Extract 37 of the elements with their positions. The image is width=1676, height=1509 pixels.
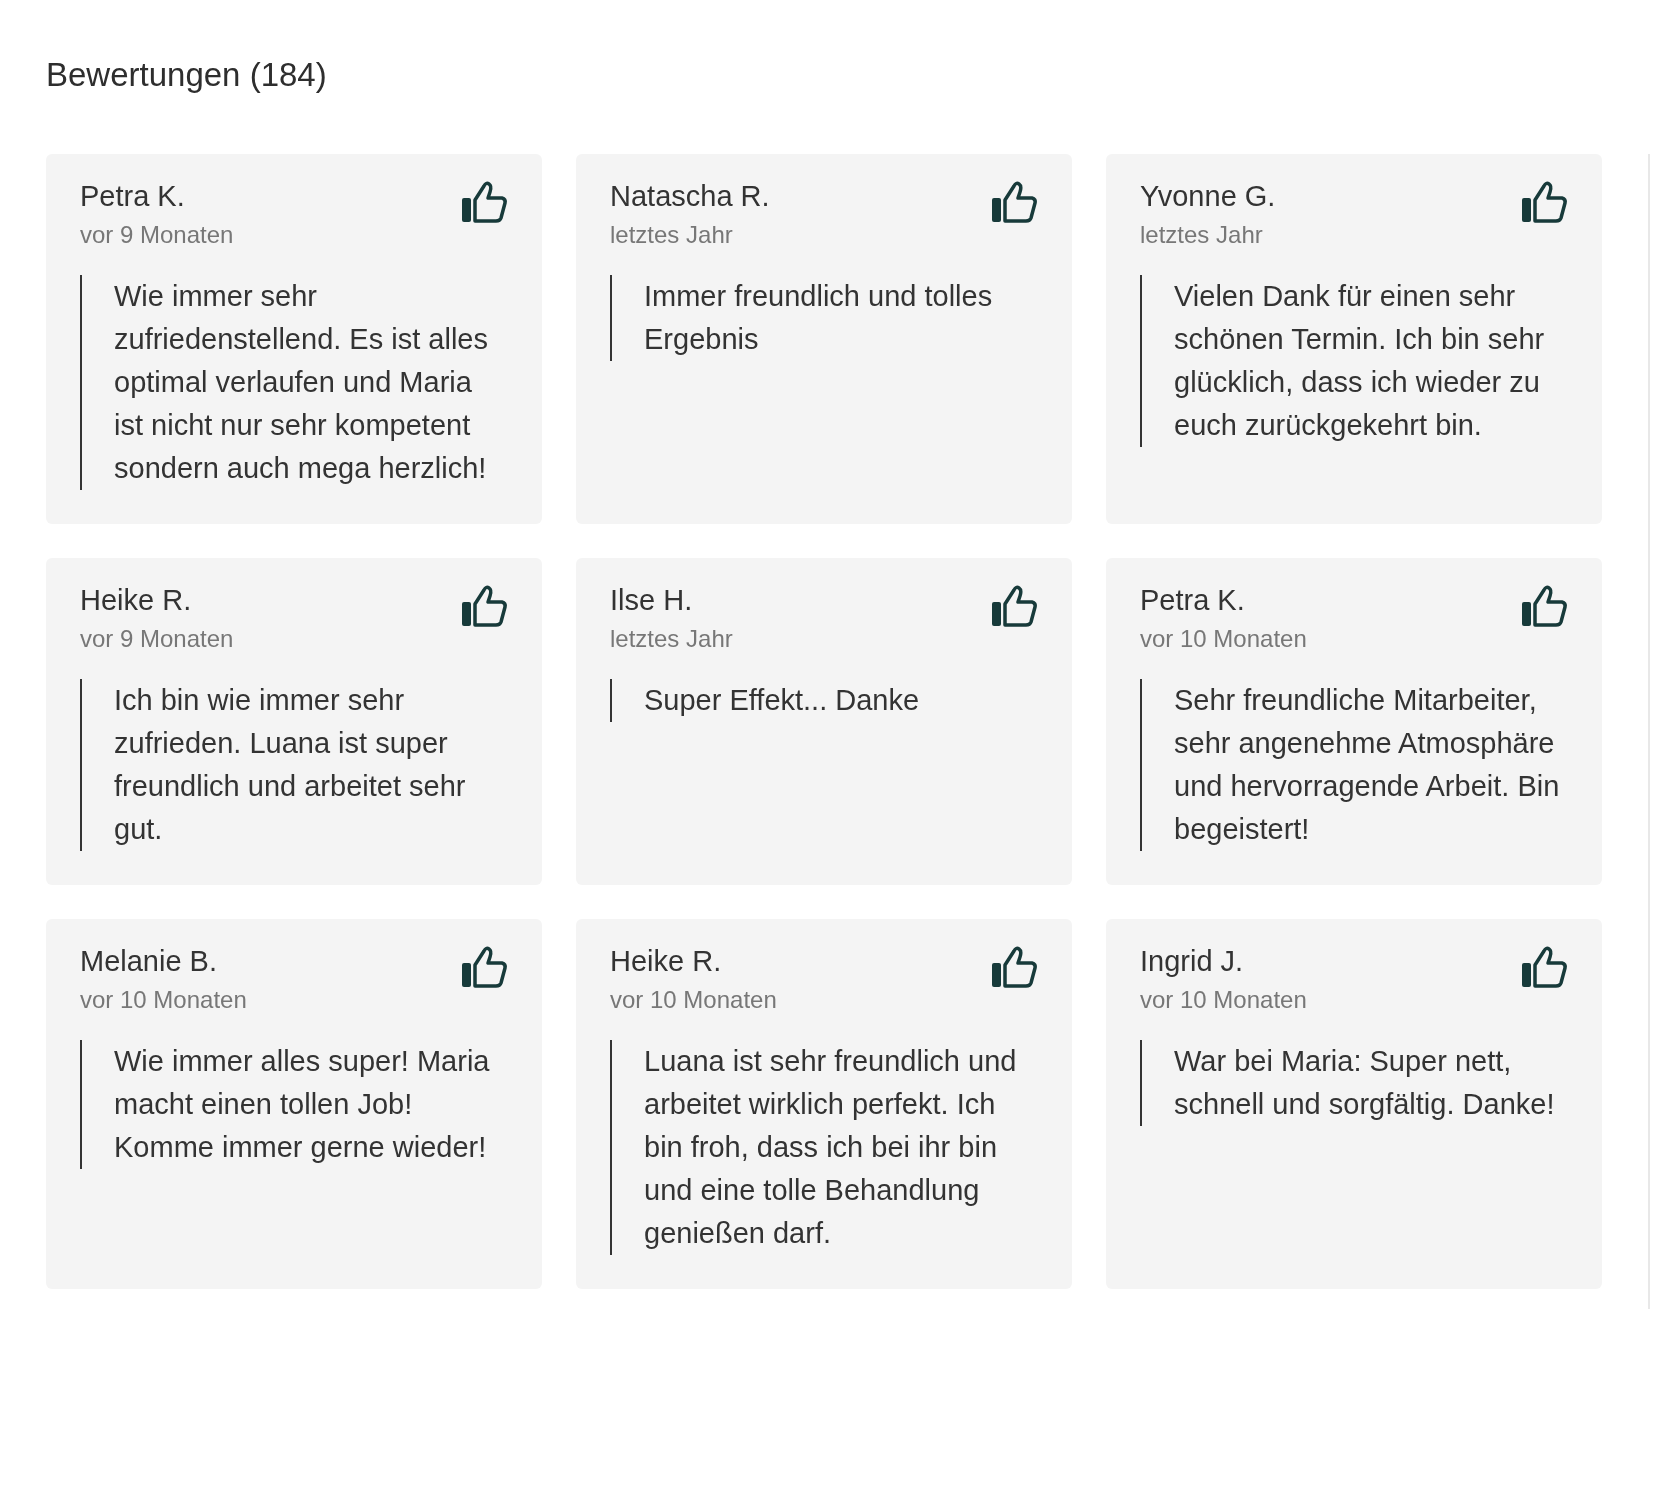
- thumbs-up-icon: [460, 180, 508, 224]
- thumbs-up-icon: [990, 584, 1038, 628]
- reviewer-name: Yvonne G.: [1140, 180, 1276, 213]
- review-date: vor 9 Monaten: [80, 625, 234, 653]
- thumbs-up-icon: [460, 584, 508, 628]
- thumbs-up-icon: [1520, 180, 1568, 224]
- review-date: letztes Jahr: [1140, 221, 1264, 249]
- reviewer-name: Ilse H.: [610, 584, 694, 617]
- reviewer-name: Ingrid J.: [1140, 945, 1245, 978]
- review-text: Luana ist sehr freundlich und arbeitet wirklich perfekt. Ich bin froh, dass ich bei ihr bin und eine tolle Behandlung genießen darf.: [610, 1040, 1038, 1255]
- review-text: Wie immer alles super! Maria macht einen tollen Job! Komme immer gerne wieder!: [80, 1040, 508, 1169]
- thumbs-up-icon: [990, 180, 1038, 224]
- review-text: Vielen Dank für einen sehr schönen Termin. Ich bin sehr glücklich, dass ich wieder zu euch zurückgekehrt bin.: [1140, 275, 1568, 447]
- thumbs-up-icon: [1520, 584, 1568, 628]
- thumbs-up-icon: [990, 945, 1038, 989]
- review-text: Super Effekt... Danke: [610, 679, 1038, 722]
- thumbs-up-icon: [460, 945, 508, 989]
- review-date: letztes Jahr: [610, 221, 734, 249]
- review-date: vor 10 Monaten: [1140, 625, 1307, 653]
- reviewer-name: Petra K.: [80, 180, 186, 213]
- section-heading: Bewertungen (184): [46, 56, 328, 94]
- reviewer-name: Natascha R.: [610, 180, 770, 213]
- review-date: vor 10 Monaten: [610, 986, 777, 1014]
- review-date: vor 10 Monaten: [80, 986, 247, 1014]
- reviewer-name: Melanie B.: [80, 945, 218, 978]
- review-text: War bei Maria: Super nett, schnell und sorgfältig. Danke!: [1140, 1040, 1568, 1126]
- review-text: Wie immer sehr zufriedenstellend. Es ist alles optimal verlaufen und Maria ist nicht nur sehr kompetent sondern auch mega herzlich!: [80, 275, 508, 490]
- reviewer-name: Heike R.: [610, 945, 723, 978]
- reviewer-name: Heike R.: [80, 584, 193, 617]
- review-text: Immer freundlich und tolles Ergebnis: [610, 275, 1038, 361]
- review-text: Sehr freundliche Mitarbeiter, sehr angenehme Atmosphäre und hervorragende Arbeit. Bin begeistert!: [1140, 679, 1568, 851]
- review-date: letztes Jahr: [610, 625, 733, 653]
- reviewer-name: Petra K.: [1140, 584, 1246, 617]
- review-text: Ich bin wie immer sehr zufrieden. Luana ist super freundlich und arbeitet sehr gut.: [80, 679, 508, 851]
- review-date: vor 9 Monaten: [80, 221, 234, 249]
- review-date: vor 10 Monaten: [1140, 986, 1307, 1014]
- thumbs-up-icon: [1520, 945, 1568, 989]
